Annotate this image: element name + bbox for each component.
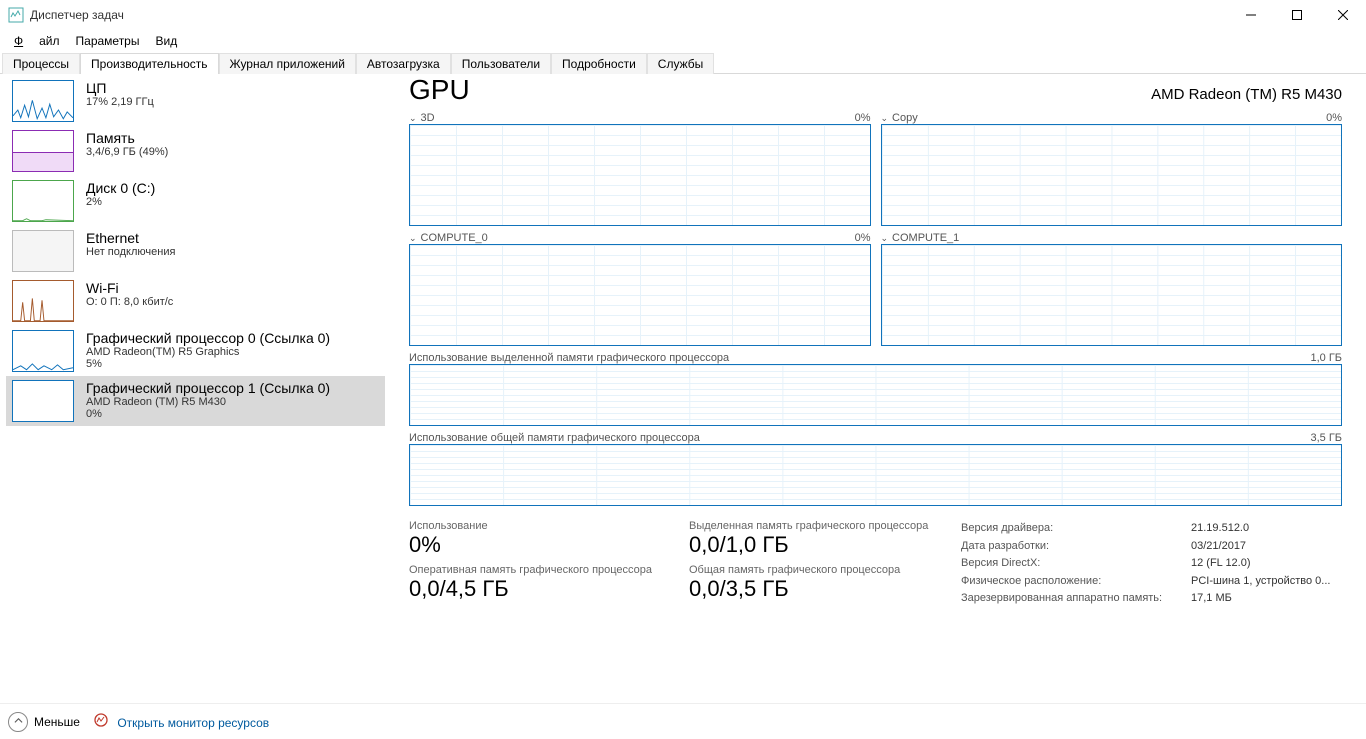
sidebar-item-label: Память xyxy=(86,130,168,146)
graph-copy[interactable]: ⌄Copy0% xyxy=(881,112,1343,226)
window-title: Диспетчер задач xyxy=(30,8,124,22)
maximize-button[interactable] xyxy=(1274,0,1320,30)
minimize-button[interactable] xyxy=(1228,0,1274,30)
cpu-thumbnail-icon xyxy=(12,80,74,122)
titlebar: Диспетчер задач xyxy=(0,0,1366,30)
close-button[interactable] xyxy=(1320,0,1366,30)
shared-memory-value: 0,0/3,5 ГБ xyxy=(689,576,961,602)
fewer-details-button[interactable] xyxy=(8,712,28,732)
panel-title: GPU xyxy=(409,74,470,106)
graph-dedicated-memory xyxy=(409,364,1342,426)
sidebar-item-label: Графический процессор 1 (Ссылка 0) xyxy=(86,380,330,396)
menu-file[interactable]: Файл xyxy=(6,32,68,50)
graph-compute0[interactable]: ⌄COMPUTE_00% xyxy=(409,232,871,346)
menu-view[interactable]: Вид xyxy=(147,32,185,50)
sidebar-item-label: Диск 0 (C:) xyxy=(86,180,155,196)
sidebar: ЦП 17% 2,19 ГГц Память 3,4/6,9 ГБ (49%) … xyxy=(0,70,385,703)
sidebar-item-memory[interactable]: Память 3,4/6,9 ГБ (49%) xyxy=(6,126,385,176)
graph-3d[interactable]: ⌄3D0% xyxy=(409,112,871,226)
shared-mem-label: Использование общей памяти графического … xyxy=(409,432,700,444)
gpu0-thumbnail-icon xyxy=(12,330,74,372)
panel-subtitle: AMD Radeon (TM) R5 M430 xyxy=(1151,86,1342,103)
stats-block: Использование 0% Оперативная память граф… xyxy=(409,520,1342,608)
resource-monitor-icon xyxy=(94,713,108,727)
sidebar-item-wifi[interactable]: Wi-Fi О: 0 П: 8,0 кбит/с xyxy=(6,276,385,326)
graph-canvas xyxy=(409,124,871,226)
sidebar-item-label: Ethernet xyxy=(86,230,175,246)
fewer-details-label: Меньше xyxy=(34,715,80,729)
sidebar-item-gpu1[interactable]: Графический процессор 1 (Ссылка 0) AMD R… xyxy=(6,376,385,426)
graph-canvas xyxy=(881,244,1343,346)
chevron-down-icon: ⌄ xyxy=(409,233,417,244)
chevron-down-icon: ⌄ xyxy=(881,233,889,244)
open-resource-monitor-link[interactable]: Открыть монитор ресурсов xyxy=(80,713,269,730)
sidebar-item-cpu[interactable]: ЦП 17% 2,19 ГГц xyxy=(6,76,385,126)
graph-canvas xyxy=(409,244,871,346)
dedicated-mem-label: Использование выделенной памяти графичес… xyxy=(409,352,729,364)
memory-thumbnail-icon xyxy=(12,130,74,172)
chevron-down-icon: ⌄ xyxy=(409,113,417,124)
disk-thumbnail-icon xyxy=(12,180,74,222)
main-panel: GPU AMD Radeon (TM) R5 M430 ⌄3D0% ⌄Copy0… xyxy=(385,70,1366,703)
graph-shared-memory xyxy=(409,444,1342,506)
bottombar: Меньше Открыть монитор ресурсов xyxy=(0,703,1366,739)
sidebar-item-disk[interactable]: Диск 0 (C:) 2% xyxy=(6,176,385,226)
sidebar-item-gpu0[interactable]: Графический процессор 0 (Ссылка 0) AMD R… xyxy=(6,326,385,376)
app-icon xyxy=(8,7,24,23)
sidebar-item-ethernet[interactable]: Ethernet Нет подключения xyxy=(6,226,385,276)
graph-compute1[interactable]: ⌄COMPUTE_1 xyxy=(881,232,1343,346)
graph-canvas xyxy=(881,124,1343,226)
gpu1-thumbnail-icon xyxy=(12,380,74,422)
menubar: Файл Параметры Вид xyxy=(0,30,1366,52)
menu-params[interactable]: Параметры xyxy=(68,32,148,50)
sidebar-item-label: Графический процессор 0 (Ссылка 0) xyxy=(86,330,330,346)
wifi-thumbnail-icon xyxy=(12,280,74,322)
ethernet-thumbnail-icon xyxy=(12,230,74,272)
sidebar-item-label: ЦП xyxy=(86,80,154,96)
utilization-value: 0% xyxy=(409,532,689,558)
sidebar-item-label: Wi-Fi xyxy=(86,280,173,296)
gpu-memory-value: 0,0/4,5 ГБ xyxy=(409,576,689,602)
chevron-down-icon: ⌄ xyxy=(881,113,889,124)
dedicated-memory-value: 0,0/1,0 ГБ xyxy=(689,532,961,558)
